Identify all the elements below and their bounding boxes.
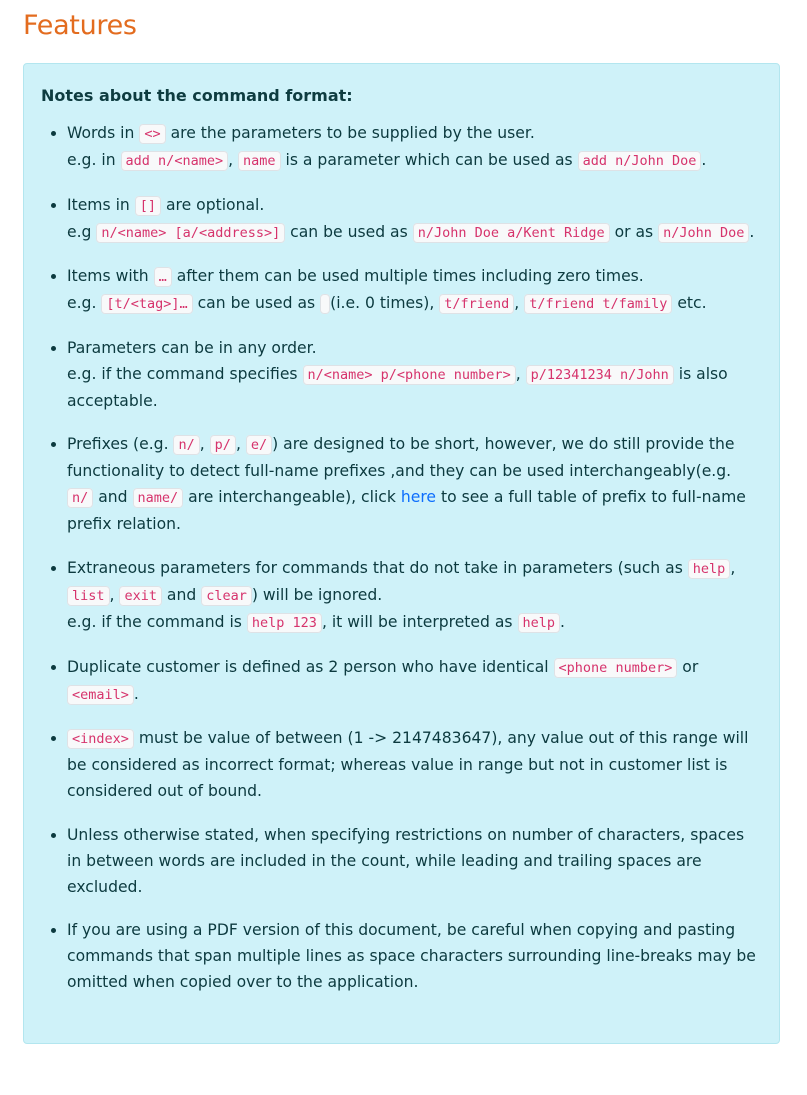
note-text: . [749, 222, 755, 241]
note-text: Duplicate customer is defined as 2 perso… [67, 657, 554, 676]
inline-code: help [687, 558, 731, 579]
inline-code: t/friend t/family [524, 294, 673, 315]
inline-code: e/ [245, 435, 273, 456]
inline-code: name [238, 151, 281, 171]
note-text: must be value of between (1 -> 214748364… [67, 729, 749, 801]
list-item: Parameters can be in any order. e.g. if t… [67, 335, 761, 414]
note-text: etc. [672, 294, 707, 313]
note-text: are the parameters to be supplied by the… [165, 124, 535, 142]
inline-code: help 123 [246, 612, 322, 633]
note-text: Items with [67, 267, 154, 286]
list-item: Items in [] are optional. e.g n/<name> [a… [67, 192, 761, 246]
inline-code: p/ [209, 435, 236, 456]
inline-code: list [67, 585, 110, 606]
inline-code: [] [134, 195, 162, 216]
note-text: , [515, 364, 526, 383]
note-text: e.g. if the command is [67, 612, 247, 631]
inline-code: help [517, 612, 561, 633]
notes-list: Words in <> are the parameters to be sup… [41, 120, 761, 995]
inline-code: n/<name> [a/<address>] [96, 222, 286, 243]
note-text: and [93, 488, 133, 507]
note-text: If you are using a PDF version of this d… [67, 921, 756, 992]
inline-code: exit [119, 585, 162, 606]
inline-code: <index> [67, 729, 134, 750]
list-item: <index> must be value of between (1 -> 2… [67, 725, 761, 804]
note-text: after them can be used multiple times in… [171, 267, 644, 286]
list-item: Duplicate customer is defined as 2 perso… [67, 654, 761, 708]
inline-code: … [153, 267, 172, 288]
note-text: and [161, 585, 202, 604]
note-text: Prefixes (e.g. [67, 435, 174, 454]
note-text: e.g. in [67, 151, 121, 169]
list-item: Unless otherwise stated, when specifying… [67, 822, 761, 900]
note-text: (i.e. 0 times), [330, 294, 440, 313]
note-text: are interchangeable), click [183, 488, 401, 507]
inline-code: n/ [173, 435, 200, 456]
note-text: Words in [67, 124, 140, 142]
inline-code: <email> [67, 684, 134, 705]
page-title: Features [23, 10, 137, 41]
note-text: , it will be interpreted as [321, 612, 518, 631]
list-item: Words in <> are the parameters to be sup… [67, 120, 761, 174]
note-text: . [560, 612, 565, 631]
inline-code: n/ [67, 488, 94, 509]
note-text: or as [609, 222, 659, 241]
inline-code: add n/John Doe [577, 151, 702, 171]
inline-code: name/ [132, 488, 184, 509]
note-text: . [133, 684, 139, 703]
inline-code: p/12341234 n/John [525, 364, 674, 385]
note-text: e.g. [67, 294, 102, 313]
inline-code [320, 294, 331, 315]
note-text: , [730, 558, 736, 577]
inline-code: <phone number> [553, 657, 678, 678]
list-item: If you are using a PDF version of this d… [67, 917, 761, 995]
inline-code: [t/<tag>]… [101, 294, 193, 315]
note-text: Unless otherwise stated, when specifying… [67, 825, 745, 896]
note-text: , [109, 585, 120, 604]
note-text: can be used as [192, 294, 321, 313]
note-text: Items in [67, 195, 135, 214]
inline-code: add n/<name> [120, 151, 229, 171]
note-text: are optional. [161, 195, 265, 214]
note-text: or [677, 657, 699, 676]
inline-code: n/<name> p/<phone number> [302, 364, 516, 385]
list-item: Prefixes (e.g. n/, p/, e/) are designed … [67, 431, 761, 537]
inline-code: n/John Doe a/Kent Ridge [412, 222, 610, 243]
notes-heading: Notes about the command format: [41, 86, 353, 105]
inline-code: clear [201, 585, 252, 606]
page: Features Notes about the command format:… [0, 0, 807, 1095]
note-text: is a parameter which can be used as [280, 151, 578, 169]
note-text: e.g. if the command specifies [67, 364, 303, 383]
notes-callout: Notes about the command format: Words in… [23, 63, 780, 1044]
note-text: Parameters can be in any order. [67, 338, 317, 357]
note-text: Extraneous parameters for commands that … [67, 558, 688, 577]
note-text: e.g [67, 222, 97, 241]
note-text: ) will be ignored. [251, 585, 383, 604]
inline-code: n/John Doe [658, 222, 750, 243]
note-text: , [514, 294, 525, 313]
note-text: , [228, 151, 239, 169]
note-text: . [701, 151, 707, 169]
inline-code: <> [139, 124, 166, 144]
list-item: Extraneous parameters for commands that … [67, 555, 761, 636]
prefix-table-link[interactable]: here [401, 488, 436, 506]
list-item: Items with … after them can be used mult… [67, 263, 761, 317]
note-text: can be used as [285, 222, 413, 241]
inline-code: t/friend [439, 294, 515, 315]
note-text: , [235, 435, 246, 454]
note-text: , [199, 435, 210, 454]
